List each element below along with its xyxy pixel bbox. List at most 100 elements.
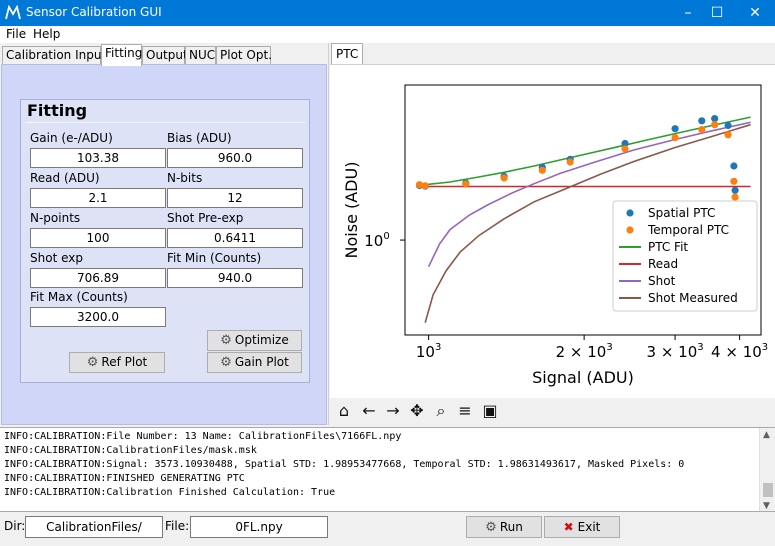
scroll-down-icon[interactable]: ▼ [763, 501, 770, 511]
zoom-icon[interactable]: ⌕ [430, 400, 452, 422]
dir-field[interactable]: CalibrationFiles/ [25, 516, 163, 538]
temporal-ptc-point [500, 174, 508, 182]
shot-pre-exp-field[interactable]: 0.6411 [167, 228, 303, 248]
temporal-ptc-point [724, 131, 732, 139]
legend-swatch-spatial-ptc [626, 209, 634, 217]
spatial-ptc-point [724, 121, 732, 130]
log-line: INFO:CALIBRATION:File Number: 13 Name: C… [4, 431, 402, 442]
bottom-bar: Dir: CalibrationFiles/ File: 0FL.npy ⚙ Ru… [0, 513, 775, 546]
temporal-ptc-point [566, 158, 574, 166]
x-tick-label: 4 × 103 [711, 342, 768, 361]
tab-calibration-inputs[interactable]: Calibration Inputs [2, 46, 112, 65]
log-line: INFO:CALIBRATION:Calibration Finished Ca… [4, 487, 336, 498]
tab-nuc[interactable]: NUC [185, 46, 216, 65]
window-title: Sensor Calibration GUI [26, 5, 162, 19]
tab-plot-options[interactable]: Plot Opt. [216, 46, 272, 65]
spatial-ptc-point [731, 186, 739, 194]
file-field[interactable]: 0FL.npy [190, 516, 328, 538]
log-line: INFO:CALIBRATION:CalibrationFiles/mask.m… [4, 445, 257, 456]
save-icon[interactable]: ▣ [479, 400, 501, 422]
x-tick-label: 3 × 103 [647, 342, 704, 361]
npoints-field[interactable]: 100 [30, 228, 166, 248]
gear-icon: ⚙ [220, 333, 232, 348]
legend-label-read: Read [648, 257, 678, 271]
optimize-button[interactable]: ⚙ Optimize [207, 330, 302, 351]
ref-plot-button[interactable]: ⚙ Ref Plot [69, 352, 165, 373]
fitting-tab-body: Fitting Gain (e-/ADU) 103.38 Bias (ADU) … [1, 64, 327, 425]
tab-fitting[interactable]: Fitting [101, 44, 142, 66]
shot-exp-field[interactable]: 706.89 [30, 268, 166, 288]
gear-icon: ⚙ [86, 355, 99, 370]
legend-label-shot: Shot [648, 274, 676, 288]
temporal-ptc-point [731, 193, 739, 201]
log-line: INFO:CALIBRATION:FINISHED GENERATING PTC [4, 473, 245, 484]
fit-max-field[interactable]: 3200.0 [30, 307, 166, 327]
back-arrow-icon[interactable]: ← [358, 400, 380, 422]
close-button[interactable]: ✕ [738, 0, 772, 26]
scrollbar-thumb[interactable] [763, 483, 773, 497]
temporal-ptc-point [711, 121, 719, 129]
temporal-ptc-point [671, 134, 679, 142]
menu-help[interactable]: Help [33, 27, 60, 41]
ref-plot-label: Ref Plot [101, 355, 148, 369]
shot-exp-label: Shot exp [30, 251, 83, 265]
npoints-label: N-points [30, 211, 81, 225]
x-tick-label: 103 [416, 342, 441, 361]
spatial-ptc-point [730, 162, 738, 170]
optimize-label: Optimize [234, 333, 289, 347]
read-label: Read (ADU) [30, 171, 100, 185]
log-line: INFO:CALIBRATION:Signal: 3573.10930488, … [4, 459, 685, 470]
gain-plot-button[interactable]: ⚙ Gain Plot [207, 352, 302, 373]
app-logo-icon [5, 5, 21, 20]
read-field[interactable]: 2.1 [30, 188, 166, 208]
configure-icon[interactable]: ≡ [454, 400, 476, 422]
home-icon[interactable]: ⌂ [333, 400, 355, 422]
exit-label: Exit [577, 520, 601, 534]
plot-area: 103 2 × 103 3 × 103 4 × 103 100 Spatial PTC T… [330, 64, 775, 398]
legend-swatch-temporal-ptc [626, 226, 634, 234]
gear-icon: ⚙ [220, 355, 232, 370]
legend-label-temporal-ptc: Temporal PTC [647, 223, 729, 237]
fitting-title: Fitting [27, 101, 88, 120]
tab-output[interactable]: Output [142, 46, 188, 65]
gain-field[interactable]: 103.38 [30, 148, 166, 168]
right-panel: PTC 103 2 × 103 3 × 103 4 × 103 100 Spatial … [328, 43, 775, 425]
log-scrollbar[interactable]: ▲ ▼ [759, 428, 775, 511]
exit-button[interactable]: ✖ Exit [544, 516, 620, 538]
temporal-ptc-point [621, 145, 629, 153]
maximize-button[interactable]: ☐ [700, 0, 734, 26]
shot-pre-exp-label: Shot Pre-exp [167, 211, 244, 225]
menu-bar: File Help [0, 26, 775, 43]
log-output[interactable]: INFO:CALIBRATION:File Number: 13 Name: C… [0, 427, 775, 512]
legend-label-spatial-ptc: Spatial PTC [648, 206, 715, 220]
dir-label: Dir: [4, 519, 26, 533]
fitting-separator [25, 122, 305, 123]
forward-arrow-icon[interactable]: → [382, 400, 404, 422]
pan-icon[interactable]: ✥ [406, 400, 428, 422]
x-tick-label: 2 × 103 [556, 342, 613, 361]
spatial-ptc-point [671, 125, 679, 133]
fitting-frame: Fitting Gain (e-/ADU) 103.38 Bias (ADU) … [20, 99, 310, 383]
fit-max-label: Fit Max (Counts) [30, 290, 128, 304]
ptc-chart: 103 2 × 103 3 × 103 4 × 103 100 Spatial PTC T… [342, 84, 768, 387]
gain-label: Gain (e-/ADU) [30, 131, 113, 145]
temporal-ptc-point [462, 180, 470, 188]
legend-label-ptc-fit: PTC Fit [648, 240, 688, 254]
x-axis-label: Signal (ADU) [532, 368, 634, 387]
bias-label: Bias (ADU) [167, 131, 232, 145]
file-label: File: [165, 519, 190, 533]
tab-ptc[interactable]: PTC [331, 43, 364, 65]
legend-label-shot-measured: Shot Measured [648, 291, 738, 305]
fit-min-field[interactable]: 940.0 [167, 268, 303, 288]
scroll-up-icon[interactable]: ▲ [763, 430, 770, 440]
menu-file[interactable]: File [6, 27, 26, 41]
run-button[interactable]: ⚙ Run [466, 516, 542, 538]
temporal-ptc-point [698, 126, 706, 134]
run-label: Run [499, 520, 523, 534]
temporal-ptc-point [538, 166, 546, 174]
temporal-ptc-point [730, 177, 738, 185]
nbits-field[interactable]: 12 [167, 188, 303, 208]
bias-field[interactable]: 960.0 [167, 148, 303, 168]
spatial-ptc-point [698, 117, 706, 125]
close-x-icon: ✖ [563, 520, 574, 534]
